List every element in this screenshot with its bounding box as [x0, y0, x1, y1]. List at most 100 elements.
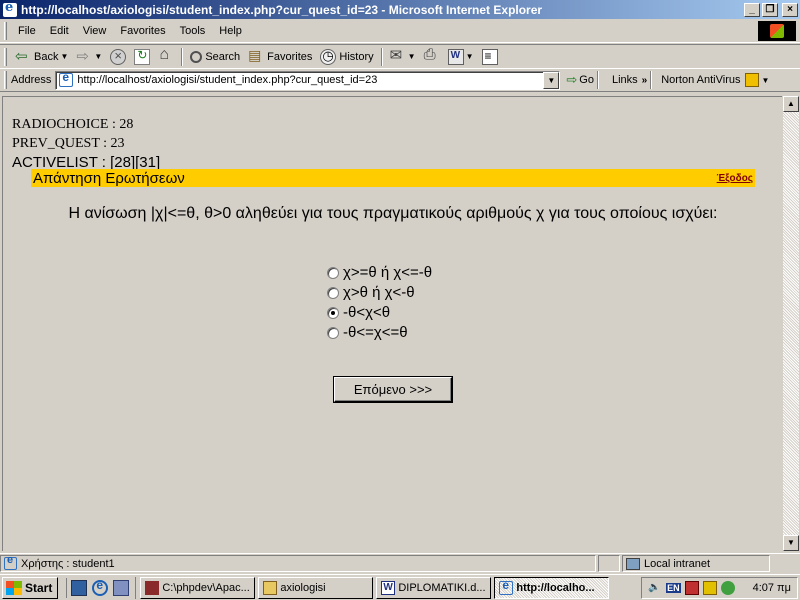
antivirus-icon[interactable] — [684, 581, 699, 595]
menu-help[interactable]: Help — [212, 25, 249, 37]
mail-button[interactable]: ▼ — [386, 46, 420, 68]
windows-logo-icon — [758, 21, 796, 41]
chevron-down-icon[interactable]: ▼ — [94, 52, 102, 61]
radio-button[interactable] — [327, 327, 339, 339]
chevron-down-icon[interactable]: ▼ — [60, 52, 68, 61]
stop-button[interactable] — [106, 46, 130, 68]
word-icon — [381, 580, 396, 595]
vertical-scrollbar[interactable]: ▲ ▼ — [782, 96, 799, 551]
go-button[interactable]: Go — [566, 72, 594, 88]
menu-favorites[interactable]: Favorites — [113, 25, 172, 37]
menu-view[interactable]: View — [76, 25, 114, 37]
answer-option[interactable]: χ>=θ ή χ<=-θ — [327, 263, 432, 283]
discuss-icon — [481, 48, 498, 65]
refresh-icon — [134, 48, 151, 65]
chevron-down-icon[interactable]: ▼ — [762, 76, 770, 85]
system-tray: EN 4:07 πμ — [641, 577, 798, 599]
ie-icon[interactable] — [92, 578, 109, 596]
task-label: http://localho... — [516, 581, 595, 594]
menu-edit[interactable]: Edit — [43, 25, 76, 37]
toolbar-grip[interactable] — [4, 71, 7, 89]
status-zone-pane: Local intranet — [622, 555, 770, 572]
start-button[interactable]: Start — [2, 576, 59, 599]
address-label: Address — [11, 74, 52, 86]
close-button[interactable]: × — [782, 2, 798, 17]
go-label: Go — [579, 74, 594, 86]
task-label: axiologisi — [280, 581, 326, 594]
toolbar-separator — [650, 71, 653, 89]
task-button-folder[interactable]: axiologisi — [258, 576, 374, 599]
page-icon — [59, 70, 74, 87]
scroll-down-button[interactable]: ▼ — [783, 535, 799, 551]
norton-icon — [744, 73, 759, 87]
language-indicator[interactable]: EN — [666, 583, 681, 593]
next-button[interactable]: Επόμενο >>> — [334, 377, 452, 402]
toolbar-grip[interactable] — [4, 47, 7, 66]
folder-icon — [263, 580, 278, 595]
volume-icon[interactable] — [648, 581, 662, 595]
scroll-track[interactable] — [783, 112, 799, 535]
window-title: http://localhost/axiologisi/student_inde… — [21, 2, 543, 17]
answer-option[interactable]: χ>θ ή χ<-θ — [327, 283, 432, 303]
favorites-label: Favorites — [267, 50, 313, 63]
go-arrow-icon — [566, 72, 577, 88]
home-button[interactable] — [154, 46, 178, 68]
task-button-word[interactable]: DIPLOMATIKI.d... — [376, 576, 492, 599]
intranet-zone-icon — [626, 557, 640, 570]
back-button[interactable]: Back ▼ — [11, 46, 72, 68]
answer-options: χ>=θ ή χ<=-θ χ>θ ή χ<-θ -θ<χ<θ -θ<=χ<=θ — [327, 263, 432, 343]
show-desktop-icon[interactable] — [71, 579, 88, 596]
clock[interactable]: 4:07 πμ — [753, 582, 791, 594]
home-icon — [158, 46, 174, 65]
toolbar-separator — [380, 47, 383, 66]
maximize-button[interactable]: ❐ — [762, 2, 778, 17]
exit-link[interactable]: Έξοδος — [717, 173, 753, 184]
menu-tools[interactable]: Tools — [173, 25, 213, 37]
task-button-ie[interactable]: http://localho... — [494, 576, 610, 599]
title-bar[interactable]: http://localhost/axiologisi/student_inde… — [0, 0, 800, 19]
search-icon — [190, 50, 203, 63]
section-title: Απάντηση Ερωτήσεων — [33, 169, 185, 187]
minimize-button[interactable]: _ — [744, 2, 760, 17]
toolbar-grip[interactable] — [4, 21, 7, 40]
refresh-button[interactable] — [130, 46, 154, 68]
scroll-up-button[interactable]: ▲ — [783, 96, 799, 112]
tray-app-icon[interactable] — [702, 581, 717, 595]
address-input[interactable]: http://localhost/axiologisi/student_inde… — [55, 70, 561, 90]
norton-antivirus-button[interactable]: Norton AntiVirus ▼ — [661, 73, 769, 87]
task-button-php[interactable]: C:\phpdev\Apac... — [140, 576, 256, 599]
quick-launch — [66, 577, 130, 598]
answer-option[interactable]: -θ<χ<θ — [327, 303, 432, 323]
address-bar: Address http://localhost/axiologisi/stud… — [0, 69, 800, 92]
toolbar-separator — [181, 47, 184, 66]
radio-button[interactable] — [327, 267, 339, 279]
answer-option[interactable]: -θ<=χ<=θ — [327, 323, 432, 343]
chevron-down-icon[interactable]: ▼ — [466, 52, 474, 61]
task-label: C:\phpdev\Apac... — [162, 581, 250, 594]
radio-button-selected[interactable] — [327, 307, 339, 319]
address-url[interactable]: http://localhost/axiologisi/student_inde… — [77, 74, 543, 86]
history-button[interactable]: History — [316, 46, 377, 68]
page-content: RADIOCHOICE : 28 PREV_QUEST : 23 ACTIVEL… — [2, 96, 782, 551]
channels-icon[interactable] — [113, 579, 130, 596]
history-label: History — [339, 50, 374, 63]
favorites-button[interactable]: Favorites — [244, 46, 316, 68]
chevron-right-icon[interactable]: » — [642, 75, 648, 86]
favorites-icon — [248, 47, 264, 65]
forward-button[interactable]: ▼ — [72, 46, 106, 68]
edit-button[interactable]: ▼ — [444, 46, 478, 68]
history-icon — [320, 48, 337, 65]
links-button[interactable]: Links » — [612, 74, 647, 86]
menu-file[interactable]: File — [11, 25, 43, 37]
back-label: Back — [34, 50, 59, 63]
discuss-button[interactable] — [478, 46, 502, 68]
option-label: -θ<=χ<=θ — [343, 324, 408, 341]
mail-icon — [390, 46, 406, 65]
chevron-down-icon[interactable]: ▼ — [408, 52, 416, 61]
network-icon[interactable] — [720, 581, 735, 595]
radio-button[interactable] — [327, 287, 339, 299]
print-button[interactable] — [420, 46, 444, 68]
address-dropdown-button[interactable]: ▼ — [543, 71, 560, 89]
search-button[interactable]: Search — [186, 46, 244, 68]
status-bar: Χρήστης : student1 Local intranet — [0, 553, 800, 573]
